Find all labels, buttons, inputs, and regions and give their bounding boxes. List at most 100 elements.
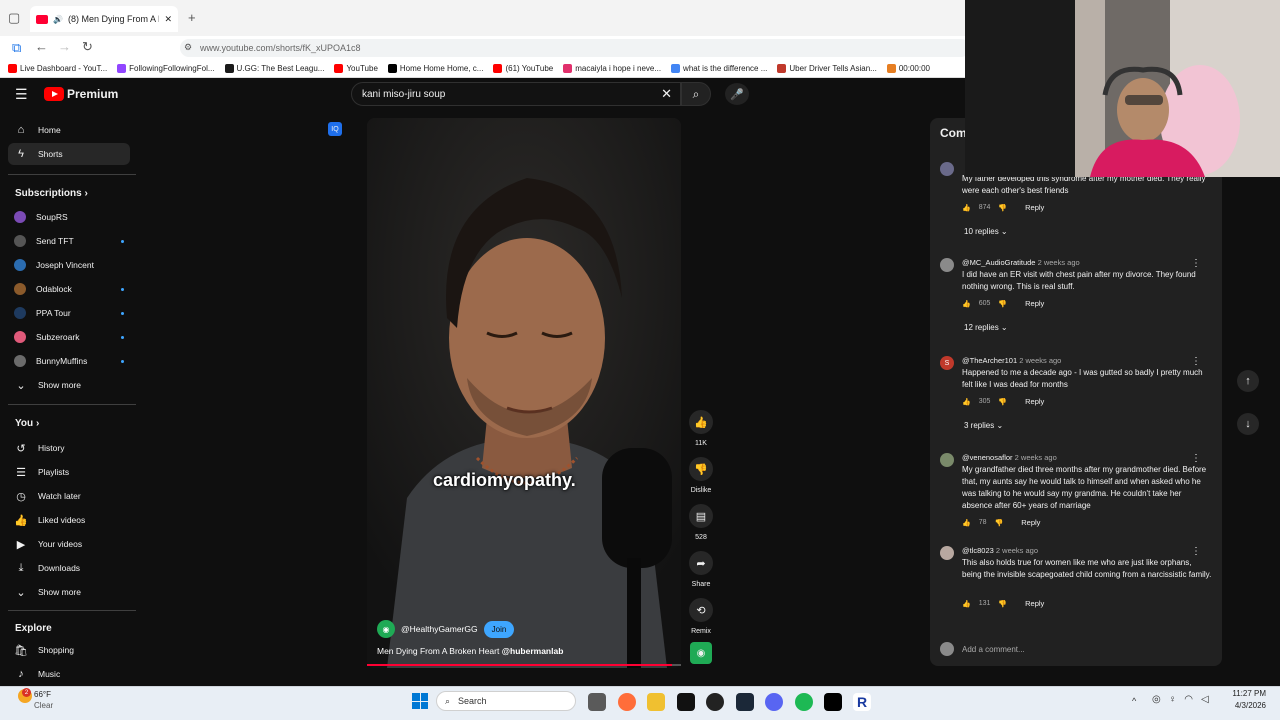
comments-button[interactable]: ▤ xyxy=(689,504,713,528)
you-heading[interactable]: You › xyxy=(15,418,39,429)
commenter-name[interactable]: @MC_AudioGratitude 2 weeks ago xyxy=(962,258,1080,267)
like-comment-icon[interactable]: 👍 xyxy=(962,204,971,212)
discord-icon[interactable] xyxy=(765,693,783,711)
x-app-icon[interactable] xyxy=(677,693,695,711)
dislike-button[interactable]: 👎 xyxy=(689,457,713,481)
bookmark-item[interactable]: what is the difference ... xyxy=(671,64,767,73)
menu-icon[interactable]: ☰ xyxy=(15,86,28,103)
sidebar-item-ppa-tour[interactable]: PPA Tour xyxy=(8,302,130,324)
r-app-icon[interactable]: R xyxy=(853,693,871,711)
like-comment-icon[interactable]: 👍 xyxy=(962,398,971,406)
sidebar-item-odablock[interactable]: Odablock xyxy=(8,278,130,300)
volume-icon[interactable]: ◁ xyxy=(1201,694,1209,705)
reply-button[interactable]: Reply xyxy=(1025,299,1044,308)
tray-overflow-icon[interactable]: ^ xyxy=(1132,696,1136,706)
forward-icon[interactable]: → xyxy=(58,39,71,54)
dislike-comment-icon[interactable]: 👎 xyxy=(998,600,1007,608)
sidebar-item-souprs[interactable]: SoupRS xyxy=(8,206,130,228)
app-icon[interactable] xyxy=(824,693,842,711)
browser-tab-active[interactable]: 🔊 (8) Men Dying From A Broke ✕ xyxy=(30,6,178,32)
sidebar-item-home[interactable]: ⌂ Home xyxy=(8,119,130,141)
bookmark-item[interactable]: Live Dashboard - YouT... xyxy=(8,64,107,73)
youtube-logo[interactable]: Premium xyxy=(44,87,118,101)
bookmark-item[interactable]: Uber Driver Tells Asian... xyxy=(777,64,877,73)
reload-icon[interactable]: ↻ xyxy=(82,39,93,55)
sidebar-item-watch-later[interactable]: ◷ Watch later xyxy=(8,485,130,507)
previous-short-button[interactable]: ↑ xyxy=(1237,370,1259,392)
search-input[interactable]: kani miso-jiru soup ✕ xyxy=(351,82,681,106)
commenter-avatar[interactable] xyxy=(940,162,954,176)
like-comment-icon[interactable]: 👍 xyxy=(962,519,971,527)
sidebar-item-history[interactable]: ↺ History xyxy=(8,437,130,459)
taskbar-search[interactable]: ⌕ Search xyxy=(436,691,576,711)
weather-temp[interactable]: 66°F xyxy=(34,690,51,699)
clock-date[interactable]: 4/3/2026 xyxy=(1222,701,1266,710)
channel-name[interactable]: @HealthyGamerGG xyxy=(401,624,478,634)
clock-time[interactable]: 11:27 PM xyxy=(1222,689,1266,698)
subscriptions-heading[interactable]: Subscriptions › xyxy=(15,188,88,199)
back-icon[interactable]: ← xyxy=(35,39,48,54)
sidebar-item-playlists[interactable]: ☰ Playlists xyxy=(8,461,130,483)
dislike-comment-icon[interactable]: 👎 xyxy=(998,204,1007,212)
comment-menu-icon[interactable]: ⋮ xyxy=(1191,258,1201,269)
next-short-button[interactable]: ↓ xyxy=(1237,413,1259,435)
wifi-icon[interactable]: ◠ xyxy=(1184,694,1193,705)
sidebar-item-your-videos[interactable]: ▶ Your videos xyxy=(8,533,130,555)
sidebar-item-joseph-vincent[interactable]: Joseph Vincent xyxy=(8,254,130,276)
commenter-avatar[interactable] xyxy=(940,546,954,560)
dislike-comment-icon[interactable]: 👎 xyxy=(998,398,1007,406)
sidebar-item-subzeroark[interactable]: Subzeroark xyxy=(8,326,130,348)
video-title-tag[interactable]: @hubermanlab xyxy=(502,646,564,656)
tab-actions-icon[interactable]: ▢ xyxy=(8,10,20,26)
url-field[interactable]: ⚙ www.youtube.com/shorts/fK_xUPOA1c8 xyxy=(180,39,970,57)
add-comment-field[interactable]: Add a comment... xyxy=(940,640,1215,658)
network-icon[interactable]: ◎ xyxy=(1152,694,1161,705)
commenter-avatar[interactable] xyxy=(940,453,954,467)
close-tab-icon[interactable]: ✕ xyxy=(164,14,172,25)
sidebar-item-show-more-subs[interactable]: ⌄ Show more xyxy=(8,374,130,396)
comment-menu-icon[interactable]: ⋮ xyxy=(1191,356,1201,367)
remix-button[interactable]: ⟲ xyxy=(689,598,713,622)
commenter-name[interactable]: @venenosaflor 2 weeks ago xyxy=(962,453,1057,462)
bookmark-item[interactable]: Home Home Home, c... xyxy=(387,64,483,73)
steam-icon[interactable] xyxy=(736,693,754,711)
reply-button[interactable]: Reply xyxy=(1025,397,1044,406)
bookmark-item[interactable]: macaiyla i hope i neve... xyxy=(563,64,661,73)
shorts-video-player[interactable] xyxy=(367,118,681,668)
clear-search-icon[interactable]: ✕ xyxy=(661,86,672,102)
system-tray[interactable]: ◎ ♀ ◠ ◁ xyxy=(1152,694,1209,705)
bookmark-item[interactable]: YouTube xyxy=(334,64,378,73)
commenter-avatar[interactable]: S xyxy=(940,356,954,370)
sidebar-item-send-tft[interactable]: Send TFT xyxy=(8,230,130,252)
spotify-icon[interactable] xyxy=(795,693,813,711)
bookmark-item[interactable]: 00:00:00 xyxy=(886,64,930,73)
bookmark-item[interactable]: U.GG: The Best Leagu... xyxy=(224,64,324,73)
sidebar-item-downloads[interactable]: ⤓ Downloads xyxy=(8,557,130,579)
view-replies-button[interactable]: 10 replies ⌄ xyxy=(964,227,1008,236)
channel-avatar[interactable]: ◉ xyxy=(377,620,395,638)
voice-search-button[interactable]: 🎤 xyxy=(725,83,749,105)
like-comment-icon[interactable]: 👍 xyxy=(962,600,971,608)
channel-sound-avatar[interactable]: ◉ xyxy=(690,642,712,664)
sidebar-item-bunnymuffins[interactable]: BunnyMuffins xyxy=(8,350,130,372)
comment-menu-icon[interactable]: ⋮ xyxy=(1191,453,1201,464)
windows-start-icon[interactable] xyxy=(412,693,428,709)
comment-menu-icon[interactable]: ⋮ xyxy=(1191,546,1201,557)
mic-tray-icon[interactable]: ♀ xyxy=(1169,694,1177,705)
share-button[interactable]: ➦ xyxy=(689,551,713,575)
video-progress-bar[interactable] xyxy=(367,664,681,666)
chrome-icon[interactable] xyxy=(706,693,724,711)
bookmark-item[interactable]: FollowingFollowingFol... xyxy=(117,64,215,73)
join-button[interactable]: Join xyxy=(483,620,515,638)
commenter-name[interactable]: @TheArcher101 2 weeks ago xyxy=(962,356,1061,365)
reply-button[interactable]: Reply xyxy=(1025,203,1044,212)
reply-button[interactable]: Reply xyxy=(1025,599,1044,608)
sidebar-item-shorts[interactable]: ϟ Shorts xyxy=(8,143,130,165)
sidebar-item-liked-videos[interactable]: 👍 Liked videos xyxy=(8,509,130,531)
new-tab-icon[interactable]: + xyxy=(188,10,196,25)
search-button[interactable]: ⌕ xyxy=(681,82,711,106)
commenter-avatar[interactable] xyxy=(940,258,954,272)
site-info-icon[interactable]: ⚙ xyxy=(184,42,192,53)
firefox-icon[interactable] xyxy=(618,693,636,711)
extension-badge-icon[interactable]: IQ xyxy=(328,122,342,136)
